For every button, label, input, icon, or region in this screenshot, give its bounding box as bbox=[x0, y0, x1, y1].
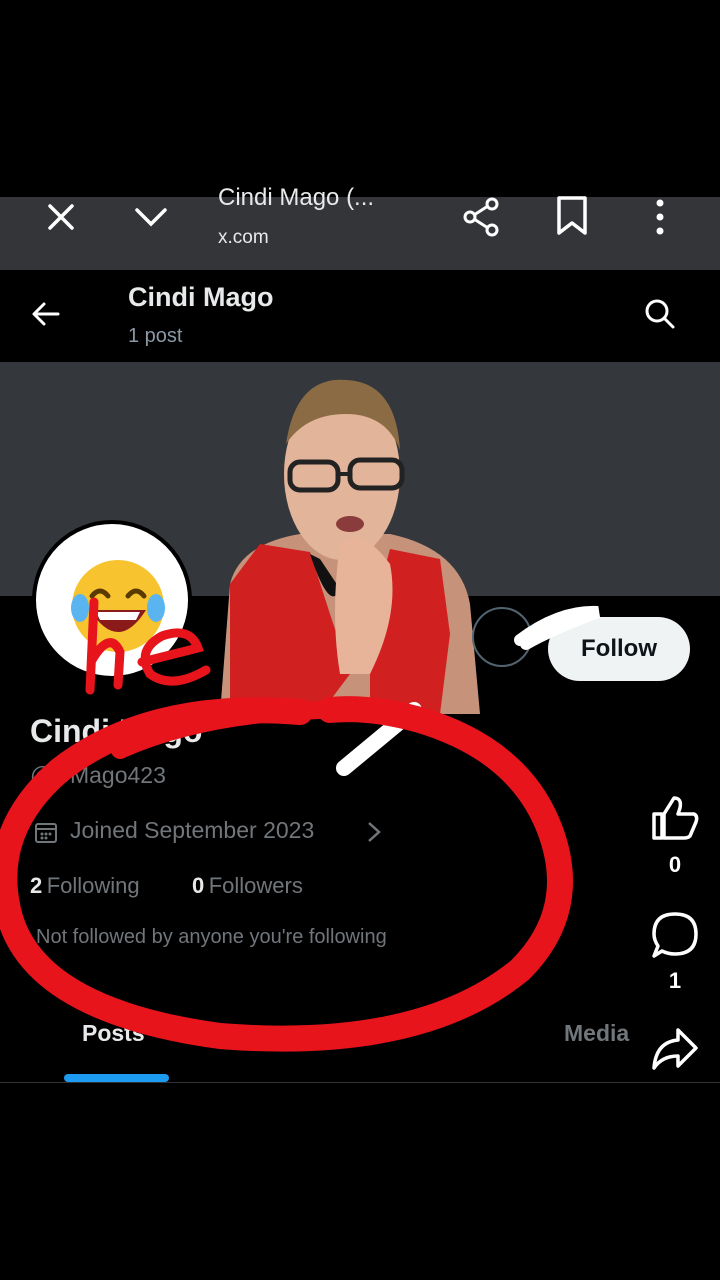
share-arrow-icon[interactable] bbox=[650, 1026, 700, 1072]
tab-media[interactable]: Media bbox=[564, 1020, 629, 1047]
search-icon[interactable] bbox=[642, 296, 678, 332]
following-label: Following bbox=[46, 873, 140, 898]
laughing-emoji-icon bbox=[71, 560, 165, 652]
followers-stat[interactable]: 0 Followers bbox=[192, 873, 303, 899]
profile-handle: @CMago423 bbox=[30, 762, 166, 788]
like-icon[interactable] bbox=[648, 794, 702, 842]
active-tab-indicator bbox=[64, 1074, 169, 1082]
more-vertical-icon[interactable] bbox=[650, 195, 670, 239]
chevron-right-icon[interactable] bbox=[364, 820, 384, 844]
comment-icon[interactable] bbox=[650, 910, 700, 960]
calendar-icon bbox=[34, 820, 58, 844]
joined-date: Joined September 2023 bbox=[70, 817, 315, 843]
browser-tab-title: Cindi Mago (... bbox=[218, 184, 375, 211]
tabs-divider bbox=[0, 1082, 720, 1083]
bookmark-icon[interactable] bbox=[552, 195, 592, 239]
chevron-down-icon[interactable] bbox=[126, 197, 176, 237]
header-post-count: 1 post bbox=[128, 325, 183, 347]
header-title: Cindi Mago bbox=[128, 282, 274, 312]
followers-count: 0 bbox=[192, 873, 205, 898]
share-icon[interactable] bbox=[460, 195, 504, 239]
tab-replies[interactable]: Replies bbox=[314, 1020, 396, 1047]
tab-posts[interactable]: Posts bbox=[82, 1020, 145, 1047]
following-count: 2 bbox=[30, 873, 43, 898]
more-options-button[interactable] bbox=[472, 607, 532, 667]
profile-display-name: Cindi Mago bbox=[30, 713, 203, 749]
comment-count: 1 bbox=[668, 968, 682, 993]
back-arrow-icon[interactable] bbox=[28, 296, 64, 332]
following-stat[interactable]: 2 Following bbox=[30, 873, 140, 899]
like-count: 0 bbox=[668, 852, 682, 877]
follow-button[interactable]: Follow bbox=[548, 617, 690, 681]
followers-label: Followers bbox=[208, 873, 303, 898]
close-icon[interactable] bbox=[36, 197, 86, 237]
browser-url[interactable]: x.com bbox=[218, 227, 269, 249]
avatar[interactable] bbox=[32, 520, 192, 680]
not-followed-note: Not followed by anyone you're following bbox=[36, 926, 387, 948]
